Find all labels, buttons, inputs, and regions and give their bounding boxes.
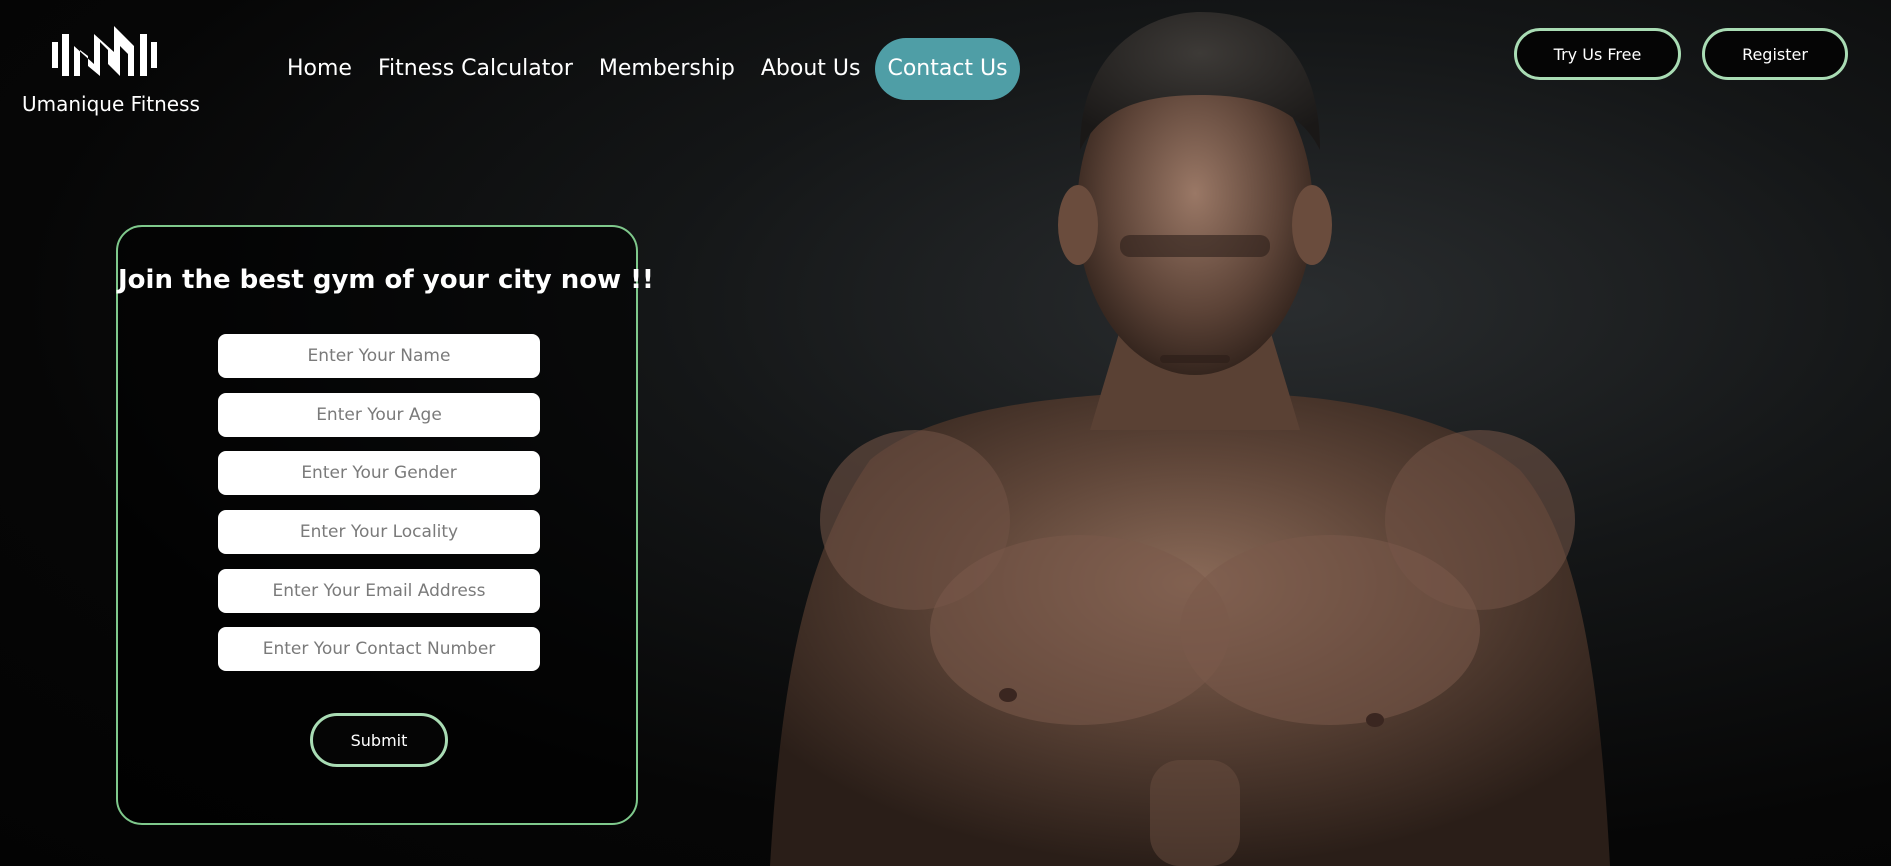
submit-button[interactable]: Submit xyxy=(310,713,448,767)
name-input[interactable] xyxy=(218,334,540,378)
try-us-free-button[interactable]: Try Us Free xyxy=(1514,28,1681,80)
landing-page: Umanique Fitness Home Fitness Calculator… xyxy=(0,0,1891,866)
nav-item-home[interactable]: Home xyxy=(274,38,365,100)
gender-input[interactable] xyxy=(218,451,540,495)
brand-logo[interactable]: Umanique Fitness xyxy=(22,14,200,118)
contact-number-input[interactable] xyxy=(218,627,540,671)
nav-item-contact-us[interactable]: Contact Us xyxy=(875,38,1020,100)
age-input[interactable] xyxy=(218,393,540,437)
nav-item-about-us[interactable]: About Us xyxy=(748,38,874,100)
email-input[interactable] xyxy=(218,569,540,613)
hero-athlete-image xyxy=(740,0,1640,866)
locality-input[interactable] xyxy=(218,510,540,554)
brand-name: Umanique Fitness xyxy=(22,92,200,116)
form-title: Join the best gym of your city now !! xyxy=(118,265,654,295)
barbell-zigzag-logo-icon xyxy=(52,26,157,76)
nav-item-fitness-calculator[interactable]: Fitness Calculator xyxy=(365,38,586,100)
main-nav: Home Fitness Calculator Membership About… xyxy=(274,38,1020,100)
nav-item-membership[interactable]: Membership xyxy=(586,38,748,100)
signup-form-card: Join the best gym of your city now !! Su… xyxy=(116,225,654,825)
register-button[interactable]: Register xyxy=(1702,28,1848,80)
